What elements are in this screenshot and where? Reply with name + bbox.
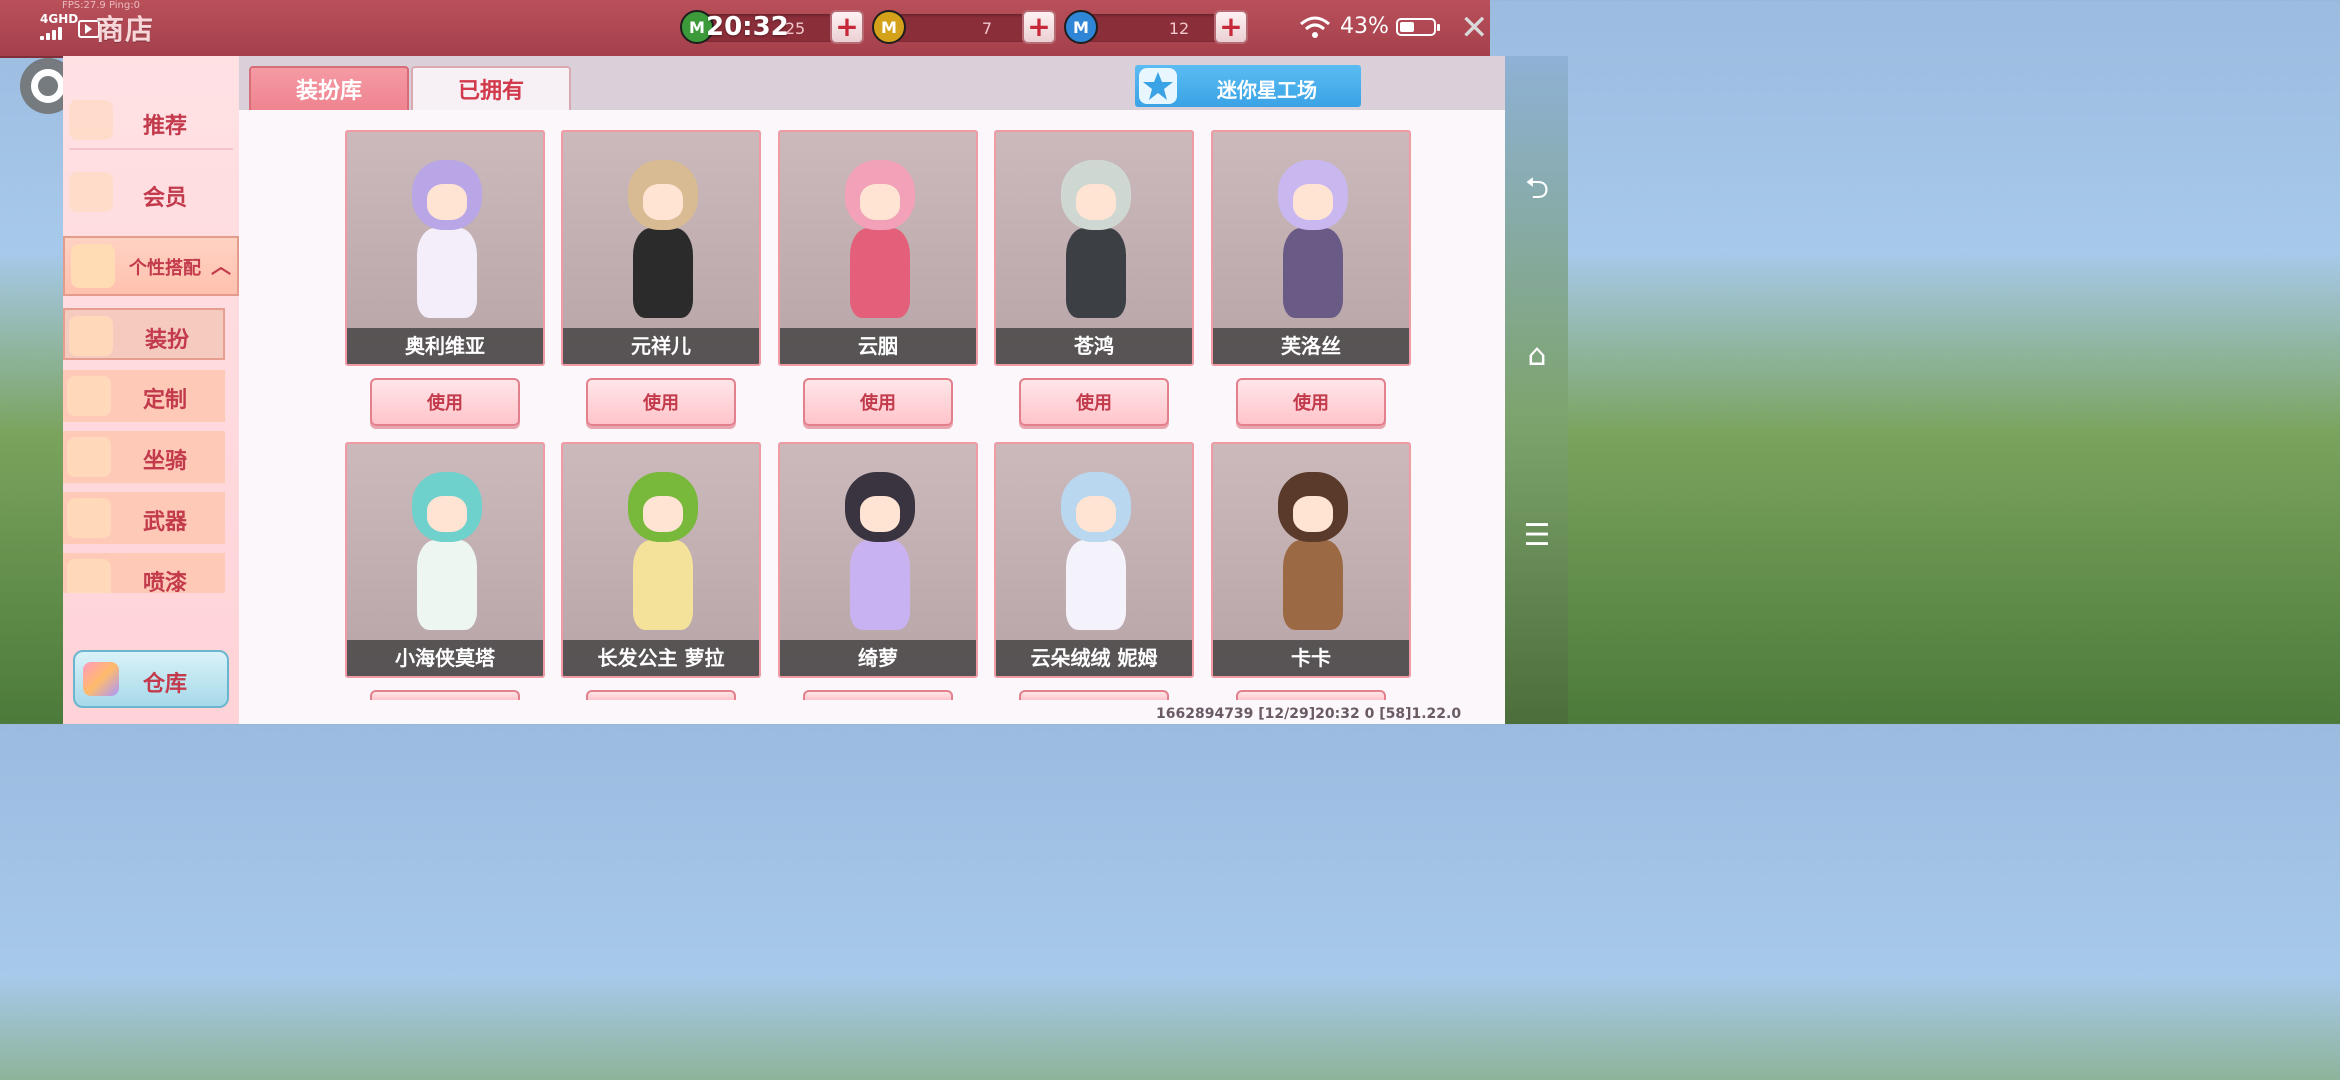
dressup-icon	[69, 316, 113, 356]
skin-card[interactable]: 元祥儿	[561, 130, 761, 366]
warehouse-button[interactable]: 仓库	[73, 650, 229, 708]
tab-wardrobe[interactable]: 装扮库	[249, 66, 409, 112]
skin-preview-image	[1036, 462, 1156, 642]
skin-name: 苍鸿	[996, 328, 1192, 364]
blue-mini-coin-icon: M	[1064, 10, 1098, 44]
battery-icon	[1396, 18, 1440, 36]
back-icon[interactable]: ⮌	[1515, 166, 1559, 210]
skin-preview-image	[1253, 462, 1373, 642]
sidebar-item-label: 会员	[143, 186, 188, 211]
status-clock: 20:32	[706, 12, 789, 42]
skin-name: 绮萝	[780, 640, 976, 676]
tab-owned[interactable]: 已拥有	[411, 66, 571, 112]
chevron-up-icon: ︿	[211, 254, 231, 278]
skin-card[interactable]: 卡卡	[1211, 442, 1411, 678]
skin-preview-image	[387, 462, 507, 642]
use-skin-button[interactable]	[1236, 690, 1386, 700]
add-currency-button[interactable]: +	[1214, 10, 1248, 44]
sidebar-item-label: 坐骑	[143, 449, 188, 474]
sidebar-group-label: 个性搭配	[129, 258, 201, 279]
sidebar-item-label: 定制	[143, 388, 188, 413]
skin-name: 云胭	[780, 328, 976, 364]
weapon-icon	[67, 498, 111, 538]
sidebar-subitem-mount[interactable]: 坐骑	[63, 431, 225, 483]
skin-card[interactable]: 云朵绒绒 妮姆	[994, 442, 1194, 678]
star-icon	[1139, 68, 1177, 104]
mount-icon	[67, 437, 111, 477]
skin-card[interactable]: 小海侠莫塔	[345, 442, 545, 678]
use-skin-button[interactable]	[1019, 690, 1169, 700]
wifi-icon	[1300, 16, 1330, 38]
skin-preview-image	[603, 150, 723, 330]
mini-workshop-button[interactable]: 迷你星工场	[1135, 65, 1361, 107]
skin-grid: 奥利维亚使用 元祥儿使用 云胭使用 苍鸿使用 芙洛丝使用小海侠莫塔 长发公主 萝拉 绮萝 云朵…	[239, 110, 1505, 724]
close-button[interactable]: ✕	[1460, 8, 1489, 48]
main-panel: 装扮库 已拥有 迷你星工场 奥利维亚使用 元祥儿使用 云胭使用 苍鸿使用 芙洛丝使用小海…	[239, 56, 1505, 724]
skin-name: 小海侠莫塔	[347, 640, 543, 676]
sidebar-subitem-customize[interactable]: 定制	[63, 370, 225, 422]
member-icon	[69, 172, 113, 212]
use-skin-button[interactable]	[803, 690, 953, 700]
signal-icon	[40, 26, 70, 40]
workshop-label: 迷你星工场	[1217, 78, 1317, 102]
build-info: 1662894739 [12/29]20:32 0 [58]1.22.0	[1156, 706, 1462, 722]
use-skin-button[interactable]: 使用	[1236, 378, 1386, 426]
skin-card[interactable]: 奥利维亚	[345, 130, 545, 366]
sidebar-item-recommend[interactable]: 推荐	[63, 86, 239, 156]
battery-percent: 43%	[1340, 14, 1389, 39]
add-currency-button[interactable]: +	[1022, 10, 1056, 44]
use-skin-button[interactable]: 使用	[370, 378, 520, 426]
tab-bar: 装扮库 已拥有 迷你星工场	[239, 56, 1505, 112]
sidebar-group-personal-style[interactable]: 个性搭配 ︿	[63, 236, 239, 296]
sidebar-item-label: 喷漆	[143, 571, 188, 593]
gold-mini-coin-icon: M	[872, 10, 906, 44]
skin-name: 奥利维亚	[347, 328, 543, 364]
skin-name: 云朵绒绒 妮姆	[996, 640, 1192, 676]
use-skin-button[interactable]: 使用	[803, 378, 953, 426]
sidebar-item-label: 推荐	[143, 114, 188, 139]
use-skin-button[interactable]: 使用	[1019, 378, 1169, 426]
use-skin-button[interactable]: 使用	[586, 378, 736, 426]
skin-card[interactable]: 长发公主 萝拉	[561, 442, 761, 678]
sidebar-item-label: 装扮	[145, 328, 190, 353]
sidebar-subitem-dressup[interactable]: 装扮	[63, 308, 225, 360]
divider	[69, 148, 233, 150]
top-bar: FPS:27.9 Ping:0 4GHD 商店 M 25 + M 7 + M 1…	[0, 0, 1490, 58]
warehouse-icon	[83, 662, 119, 696]
skin-preview-image	[820, 462, 940, 642]
home-icon[interactable]: ⌂	[1515, 338, 1559, 382]
skin-name: 卡卡	[1213, 640, 1409, 676]
add-currency-button[interactable]: +	[830, 10, 864, 44]
skin-card[interactable]: 苍鸿	[994, 130, 1194, 366]
system-nav-bar: ⮌ ⌂ ☰	[1505, 56, 1568, 724]
skin-preview-image	[603, 462, 723, 642]
network-type: 4GHD	[40, 12, 79, 26]
recommend-icon	[69, 100, 113, 140]
skin-card[interactable]: 绮萝	[778, 442, 978, 678]
skin-name: 元祥儿	[563, 328, 759, 364]
spray-paint-icon	[67, 559, 111, 593]
currency-gold: M 7 +	[872, 10, 1062, 46]
skin-preview-image	[387, 150, 507, 330]
skin-card[interactable]: 云胭	[778, 130, 978, 366]
menu-icon[interactable]: ☰	[1515, 518, 1559, 562]
sidebar: 推荐 会员 个性搭配 ︿ 装扮 定制 坐骑 武器 喷漆 仓库	[63, 56, 241, 724]
skin-card[interactable]: 芙洛丝	[1211, 130, 1411, 366]
skin-name: 长发公主 萝拉	[563, 640, 759, 676]
sidebar-subitem-weapon[interactable]: 武器	[63, 492, 225, 544]
skin-preview-image	[1253, 150, 1373, 330]
trophy-icon	[71, 244, 115, 288]
skin-preview-image	[1036, 150, 1156, 330]
use-skin-button[interactable]	[586, 690, 736, 700]
use-skin-button[interactable]	[370, 690, 520, 700]
sidebar-item-member[interactable]: 会员	[63, 158, 239, 228]
sidebar-item-label: 武器	[143, 510, 188, 535]
warehouse-label: 仓库	[143, 672, 188, 697]
skin-preview-image	[820, 150, 940, 330]
skin-name: 芙洛丝	[1213, 328, 1409, 364]
customize-icon	[67, 376, 111, 416]
sidebar-subitem-spray[interactable]: 喷漆	[63, 553, 225, 593]
currency-blue: M 12 +	[1064, 10, 1254, 46]
page-title: 商店	[96, 13, 155, 46]
